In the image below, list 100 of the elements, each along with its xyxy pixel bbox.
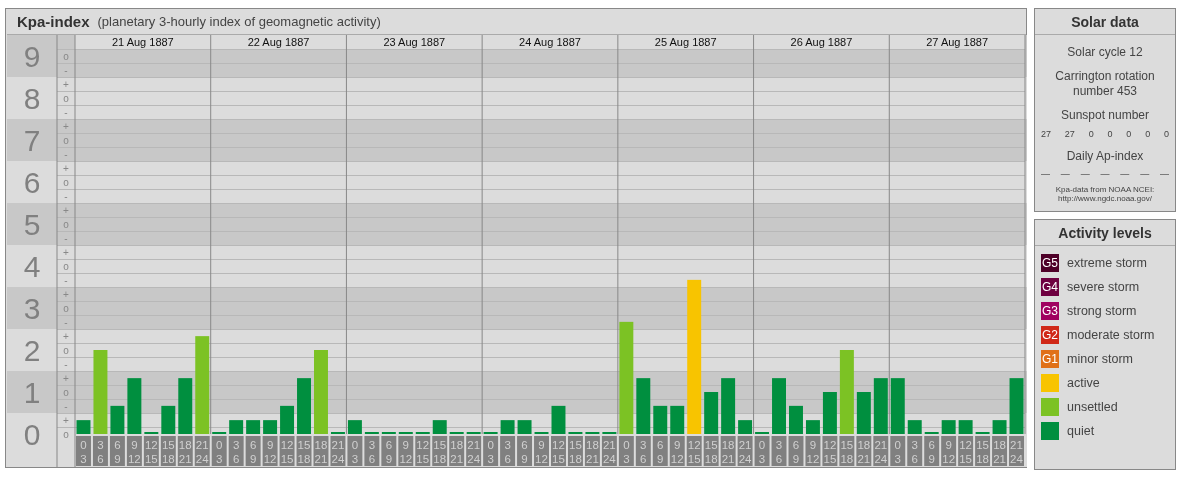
hour-label: 0 3: [483, 436, 499, 466]
x-tick-label: 0: [758, 439, 766, 451]
source-url: http://www.ngdc.noaa.gov/: [1058, 193, 1152, 203]
x-tick-label: 12: [552, 439, 565, 451]
bar: [178, 378, 193, 434]
bar: [263, 420, 278, 434]
bar: [704, 392, 719, 434]
level-label: 0: [23, 418, 41, 451]
hour-label: 6 9: [381, 436, 397, 466]
sunspot-value: 0: [1088, 128, 1094, 139]
bar: [76, 420, 91, 434]
level-label: 4: [23, 250, 41, 283]
x-tick-label: 18: [857, 439, 871, 451]
bar: [432, 420, 447, 434]
date-label: 25 Aug 1887: [654, 36, 717, 48]
hour-label: 15 18: [975, 436, 991, 466]
bar: [738, 420, 753, 434]
bar: [721, 378, 736, 434]
x-tick-label: 0: [351, 439, 359, 451]
x-tick-label: 3: [640, 439, 647, 451]
bar: [297, 378, 311, 434]
sublevel-mark: +: [63, 205, 69, 216]
x-tick-label: 12: [144, 439, 158, 451]
sublevel-mark: +: [63, 289, 69, 300]
legend-label: extreme storm: [1067, 255, 1147, 270]
sublevel-mark: +: [63, 373, 69, 384]
hour-label: 18 21: [720, 436, 736, 466]
hour-label: 9 12: [398, 436, 414, 466]
bar: [246, 420, 261, 434]
bar: [992, 420, 1007, 434]
hour-label: 21 24: [330, 436, 346, 466]
level-label: 3: [23, 292, 41, 325]
hour-label: 15 18: [296, 436, 312, 466]
x-tick-label: 15: [704, 439, 718, 451]
x-tick-label: 6: [114, 439, 121, 451]
storm-scale-badge: G1: [1041, 349, 1059, 368]
x-tick-label: 18: [586, 439, 599, 451]
x-tick-label: 15: [433, 439, 447, 451]
legend-label: severe storm: [1067, 279, 1140, 294]
x-tick-label: 6: [521, 439, 528, 451]
hour-label: 9 12: [534, 436, 549, 466]
hour-label: 9 12: [805, 436, 821, 466]
sublevel-mark: +: [63, 79, 69, 90]
x-tick-label: 12: [687, 439, 701, 451]
hour-label: 15 18: [839, 436, 855, 466]
sublevel-mark: -: [64, 191, 68, 202]
hour-label: 6 9: [517, 436, 533, 466]
x-tick-label: 15: [297, 439, 311, 451]
bar: [856, 392, 871, 434]
sublevel-mark: +: [63, 163, 69, 174]
carrington-rotation: Carrington rotation number 453: [1054, 69, 1156, 99]
hour-label: 18 21: [584, 436, 600, 466]
sublevel-mark: o: [63, 261, 69, 272]
hour-label: 6 9: [652, 436, 668, 466]
hour-label: 18 21: [992, 436, 1008, 466]
x-tick-label: 0: [215, 439, 223, 451]
hour-label: 0 3: [754, 436, 770, 466]
x-tick-label: 3: [97, 439, 104, 451]
bar: [127, 378, 142, 434]
x-tick-label: 9: [131, 439, 138, 451]
hour-label: 3 6: [228, 436, 244, 466]
hour-label: 12 15: [279, 436, 295, 466]
x-tick-label: 9: [945, 439, 952, 451]
sublevel-mark: -: [64, 359, 68, 370]
bar: [789, 405, 803, 434]
hour-label: 21 24: [737, 436, 753, 466]
hour-label: 15 18: [567, 436, 583, 466]
date-label: 24 Aug 1887: [519, 36, 581, 48]
hour-label: 21 24: [601, 436, 617, 466]
date-label: 23 Aug 1887: [383, 36, 446, 48]
sublevel-mark: -: [64, 275, 68, 286]
date-label: 26 Aug 1887: [790, 36, 853, 48]
hour-label: 3 6: [500, 436, 516, 466]
x-tick-label: 3: [368, 439, 376, 451]
hour-label: 9 12: [669, 436, 685, 466]
bar: [670, 405, 685, 434]
x-tick-label: 12: [280, 439, 294, 451]
bar: [772, 378, 786, 434]
storm-scale-badge: G4: [1041, 277, 1059, 296]
hour-label: 15 18: [160, 436, 176, 466]
hour-label: 3 6: [771, 436, 787, 466]
hour-label: 6 9: [109, 436, 125, 466]
bar: [500, 420, 515, 434]
level-label: 6: [23, 166, 41, 199]
legend-label: active: [1067, 375, 1100, 390]
sublevel-mark: -: [64, 317, 68, 328]
hour-label: 12 15: [686, 436, 702, 466]
date-label: 21 Aug 1887: [111, 36, 174, 48]
hour-label: 12 15: [958, 436, 974, 466]
x-tick-label: 9: [809, 439, 817, 451]
sublevel-mark: +: [63, 121, 69, 132]
sublevel-mark: +: [63, 415, 69, 426]
sublevel-mark: -: [64, 149, 68, 160]
bar: [907, 420, 922, 434]
hour-label: 21 24: [873, 436, 889, 466]
level-label: 9: [23, 40, 41, 73]
hour-label: 18 21: [313, 436, 329, 466]
hour-label: 9 12: [941, 436, 957, 466]
hour-label: 18 21: [177, 436, 193, 466]
bar: [347, 420, 362, 434]
